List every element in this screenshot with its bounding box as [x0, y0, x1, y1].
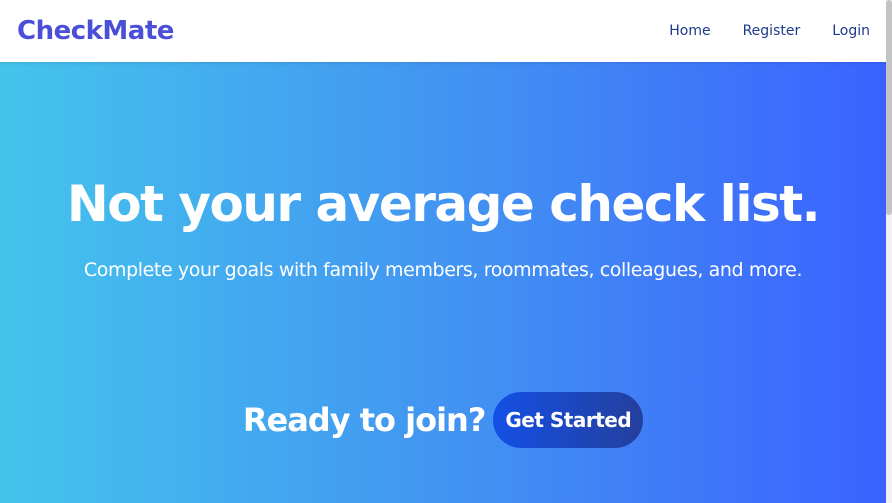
nav-home-link[interactable]: Home: [669, 23, 710, 39]
vertical-scrollbar[interactable]: [886, 0, 892, 503]
cta-row: Ready to join? Get Started: [0, 392, 886, 448]
brand-logo[interactable]: CheckMate: [17, 14, 174, 48]
scrollbar-thumb[interactable]: [886, 0, 892, 215]
nav-login-link[interactable]: Login: [832, 23, 870, 39]
page: CheckMate Home Register Login Not your a…: [0, 0, 892, 503]
navbar: CheckMate Home Register Login: [0, 0, 886, 62]
cta-prompt: Ready to join?: [242, 401, 487, 439]
nav-links: Home Register Login: [637, 0, 870, 62]
get-started-button[interactable]: Get Started: [493, 392, 644, 448]
nav-register-link[interactable]: Register: [743, 23, 801, 39]
hero-subheadline: Complete your goals with family members,…: [83, 259, 803, 281]
hero-section: Not your average check list. Complete yo…: [0, 62, 886, 503]
hero-headline: Not your average check list.: [66, 175, 821, 233]
